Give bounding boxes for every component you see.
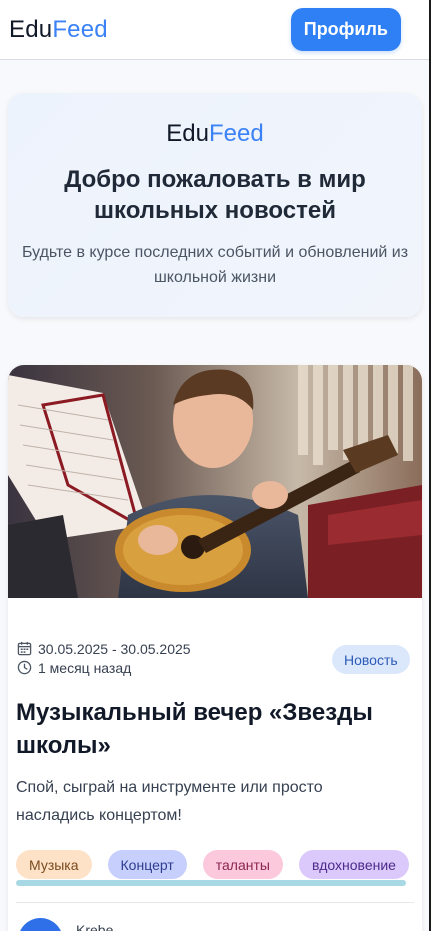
hero-logo-feed: Feed xyxy=(209,120,264,147)
profile-button[interactable]: Профиль xyxy=(290,8,401,51)
tag-talents[interactable]: таланты xyxy=(202,850,283,879)
date-row: 30.05.2025 - 30.05.2025 xyxy=(17,639,191,658)
calendar-icon xyxy=(17,641,32,656)
logo-edu: Edu xyxy=(9,15,53,43)
relative-time: 1 месяц назад xyxy=(38,659,132,676)
news-card[interactable]: 30.05.2025 - 30.05.2025 1 месяц назад Но… xyxy=(8,365,422,931)
post-image xyxy=(8,365,422,598)
time-row: 1 месяц назад xyxy=(17,658,191,677)
hero-subtitle: Будьте в курсе последних событий и обнов… xyxy=(21,244,409,286)
author-divider xyxy=(16,902,414,903)
post-description: Спой, сыграй на инструменте или просто н… xyxy=(16,779,323,824)
top-header: EduFeed Профиль xyxy=(0,0,429,60)
author-name[interactable]: Krebe xyxy=(76,922,113,931)
tag-music[interactable]: Музыка xyxy=(16,850,92,879)
logo-feed: Feed xyxy=(52,15,108,43)
tag-inspiration[interactable]: вдохновение xyxy=(298,850,409,879)
post-title[interactable]: Музыкальный вечер «Звезды школы» xyxy=(16,696,406,762)
hero-title: Добро пожаловать в мир школьных новостей xyxy=(64,166,366,224)
hero-logo-edu: Edu xyxy=(166,120,209,147)
tags-scrollbar[interactable] xyxy=(16,880,406,886)
post-meta: 30.05.2025 - 30.05.2025 1 месяц назад xyxy=(17,639,191,677)
hero-logo: EduFeed xyxy=(8,120,422,148)
date-range: 30.05.2025 - 30.05.2025 xyxy=(38,640,191,657)
clock-icon xyxy=(17,660,32,675)
post-type-badge: Новость xyxy=(332,645,410,674)
tag-concert[interactable]: Концерт xyxy=(107,850,187,879)
author-avatar[interactable] xyxy=(18,918,63,931)
app-logo[interactable]: EduFeed xyxy=(9,16,108,44)
welcome-hero: EduFeed Добро пожаловать в мир школьных … xyxy=(8,93,422,317)
tag-list: Музыка Концерт таланты вдохновение xyxy=(16,850,414,880)
